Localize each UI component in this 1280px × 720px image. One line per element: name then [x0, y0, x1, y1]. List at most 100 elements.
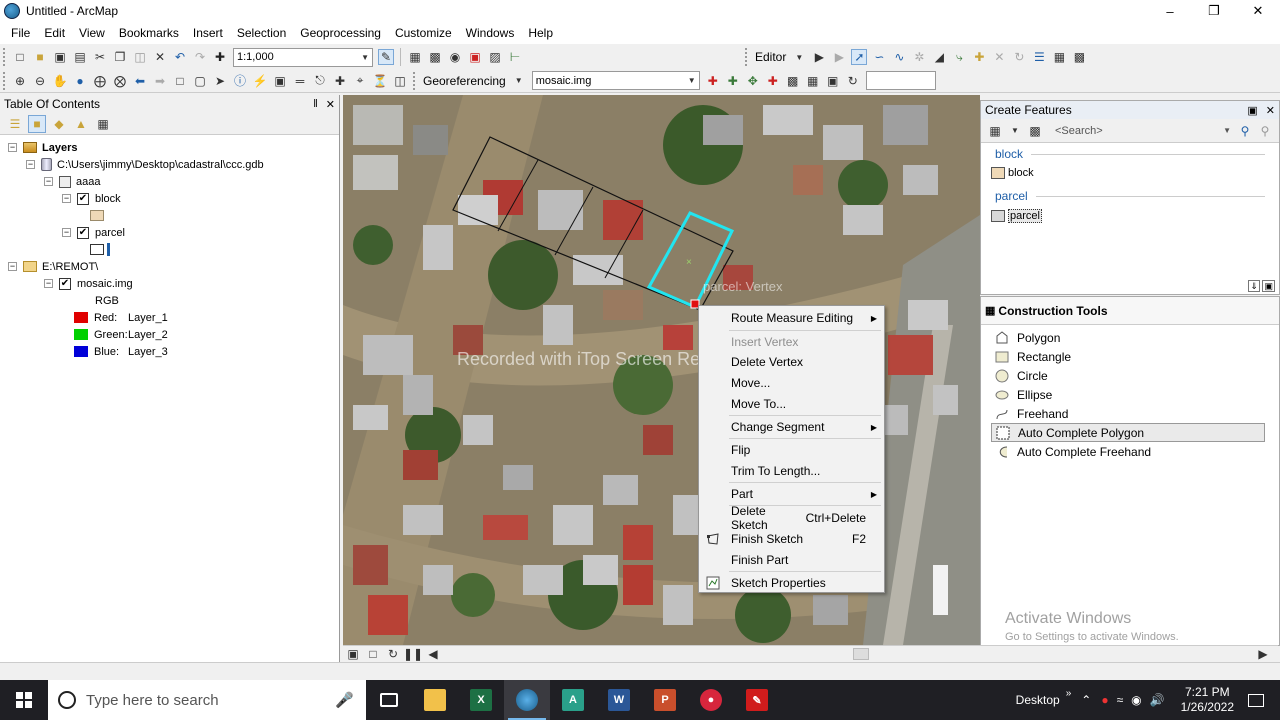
- tool-auto-complete-polygon[interactable]: Auto Complete Polygon: [991, 423, 1265, 442]
- close-button[interactable]: ✕: [1236, 0, 1280, 22]
- volume-icon[interactable]: 🔊: [1150, 693, 1165, 707]
- collapse-icon[interactable]: −: [62, 194, 71, 203]
- microphone-icon[interactable]: 🎤: [335, 691, 354, 709]
- wifi-icon[interactable]: ≈: [1117, 693, 1124, 707]
- menu-item-move[interactable]: Move...: [699, 373, 884, 393]
- toolbar-grip[interactable]: [3, 71, 7, 90]
- collapse-icon[interactable]: ⇓: [1248, 280, 1260, 292]
- go-to-xy-icon[interactable]: ⌖: [352, 73, 368, 89]
- rotate-icon[interactable]: ↻: [1011, 49, 1027, 65]
- close-icon[interactable]: ✕: [1266, 104, 1275, 117]
- identify-icon[interactable]: ⓘ: [232, 73, 248, 89]
- chevron-down-icon[interactable]: ▼: [791, 49, 807, 65]
- list-by-source-icon[interactable]: ■: [28, 114, 46, 133]
- desktop-toolbar-label[interactable]: Desktop: [1016, 693, 1060, 707]
- select-features-icon[interactable]: □: [172, 73, 188, 89]
- close-icon[interactable]: ✕: [326, 98, 335, 111]
- tool-polygon[interactable]: Polygon: [981, 328, 1279, 347]
- toolbar-grip[interactable]: [3, 48, 7, 66]
- menu-windows[interactable]: Windows: [459, 26, 522, 40]
- minimize-button[interactable]: –: [1148, 0, 1192, 22]
- tree-row-raster[interactable]: − ✔ mosaic.img: [44, 275, 133, 292]
- band-row-green[interactable]: Green: Layer_2: [74, 326, 168, 343]
- menu-item-finish-part[interactable]: Finish Part: [699, 550, 884, 570]
- toolbar-grip[interactable]: [745, 48, 749, 66]
- template-parcel[interactable]: parcel: [981, 207, 1279, 225]
- menu-insert[interactable]: Insert: [186, 26, 230, 40]
- menu-geoprocessing[interactable]: Geoprocessing: [293, 26, 388, 40]
- collapse-icon[interactable]: −: [44, 177, 53, 186]
- measure-icon[interactable]: ═: [292, 73, 308, 89]
- fixed-zoom-out-icon[interactable]: ⨂: [112, 73, 128, 89]
- menu-item-trim[interactable]: Trim To Length...: [699, 461, 884, 481]
- editor-toolbar-icon[interactable]: ✎: [378, 49, 394, 65]
- taskbar-word[interactable]: W: [596, 680, 642, 720]
- viewer-icon[interactable]: ▣: [825, 73, 841, 89]
- back-extent-icon[interactable]: ⬅: [132, 73, 148, 89]
- undo-icon[interactable]: ↶: [172, 49, 188, 65]
- attributes-icon[interactable]: ☰: [1031, 49, 1047, 65]
- menu-item-flip[interactable]: Flip: [699, 440, 884, 460]
- collapse-icon[interactable]: −: [8, 262, 17, 271]
- edit-tool-icon[interactable]: ▶: [811, 49, 827, 65]
- start-button[interactable]: [0, 680, 48, 720]
- taskbar-search-box[interactable]: Type here to search 🎤: [48, 680, 366, 720]
- collapse-icon[interactable]: −: [8, 143, 17, 152]
- list-by-visibility-icon[interactable]: ◆: [50, 115, 68, 133]
- menu-file[interactable]: File: [4, 26, 37, 40]
- taskbar-arcmap[interactable]: [504, 680, 550, 720]
- list-by-drawing-order-icon[interactable]: ☰: [6, 115, 24, 133]
- parcel-symbol[interactable]: [90, 241, 110, 258]
- georeferencing-menu[interactable]: Georeferencing: [423, 74, 506, 88]
- auto-registration-icon[interactable]: ▩: [785, 73, 801, 89]
- copy-icon[interactable]: ❐: [112, 49, 128, 65]
- scale-raster-icon[interactable]: ✥: [745, 73, 761, 89]
- tree-row-block[interactable]: − ✔ block: [62, 190, 121, 207]
- collapse-icon[interactable]: −: [62, 228, 71, 237]
- pause-drawing-icon[interactable]: ❚❚: [403, 646, 423, 662]
- network-icon[interactable]: ◉: [1131, 693, 1141, 707]
- tree-row-folder[interactable]: − E:\REMOT\: [8, 258, 98, 275]
- chevron-down-icon[interactable]: ▼: [1007, 123, 1023, 139]
- cut-polygons-icon[interactable]: ✚: [971, 49, 987, 65]
- menu-help[interactable]: Help: [521, 26, 560, 40]
- menu-item-sketch-properties[interactable]: Sketch Properties: [699, 573, 884, 593]
- tool-ellipse[interactable]: Ellipse: [981, 385, 1279, 404]
- block-visibility-checkbox[interactable]: ✔: [77, 192, 89, 205]
- task-view-button[interactable]: [366, 680, 412, 720]
- menu-edit[interactable]: Edit: [37, 26, 72, 40]
- tool-rectangle[interactable]: Rectangle: [981, 347, 1279, 366]
- taskbar-powerpoint[interactable]: P: [642, 680, 688, 720]
- tool-freehand[interactable]: Freehand: [981, 404, 1279, 423]
- options-icon[interactable]: ▦: [94, 115, 112, 133]
- band-row-red[interactable]: Red: Layer_1: [74, 309, 168, 326]
- print-icon[interactable]: ▤: [72, 49, 88, 65]
- recorder-tray-icon[interactable]: ●: [1101, 693, 1108, 707]
- tool-auto-complete-freehand[interactable]: Auto Complete Freehand: [981, 442, 1279, 461]
- parcel-visibility-checkbox[interactable]: ✔: [77, 226, 89, 239]
- search-window-icon[interactable]: ◉: [447, 49, 463, 65]
- editor-menu[interactable]: Editor: [755, 50, 786, 64]
- open-icon[interactable]: ■: [32, 49, 48, 65]
- tree-row-parcel[interactable]: − ✔ parcel: [62, 224, 125, 241]
- collapse-icon[interactable]: −: [26, 160, 35, 169]
- block-symbol[interactable]: [90, 207, 110, 224]
- forward-extent-icon[interactable]: ➡: [152, 73, 168, 89]
- time-slider-icon[interactable]: ⏳: [372, 73, 388, 89]
- hyperlink-icon[interactable]: ⚡: [252, 73, 268, 89]
- rotate-cw-icon[interactable]: ↻: [845, 73, 861, 89]
- full-extent-icon[interactable]: ●: [72, 73, 88, 89]
- html-popup-icon[interactable]: ▣: [272, 73, 288, 89]
- organize-templates-icon[interactable]: ▦: [987, 123, 1003, 139]
- sketch-properties-icon[interactable]: ▦: [1051, 49, 1067, 65]
- maximize-icon[interactable]: ▣: [1262, 280, 1275, 292]
- menu-item-change-segment[interactable]: Change Segment ▶: [699, 417, 884, 437]
- menu-selection[interactable]: Selection: [230, 26, 293, 40]
- menu-item-move-to[interactable]: Move To...: [699, 394, 884, 414]
- add-data-icon[interactable]: ✚: [212, 49, 228, 65]
- menu-item-route-measure[interactable]: Route Measure Editing ▶: [699, 308, 884, 328]
- list-by-selection-icon[interactable]: ▲: [72, 115, 90, 133]
- create-features-icon[interactable]: ▩: [1071, 49, 1087, 65]
- toolbar-grip[interactable]: [413, 71, 417, 90]
- cut-icon[interactable]: ✂: [92, 49, 108, 65]
